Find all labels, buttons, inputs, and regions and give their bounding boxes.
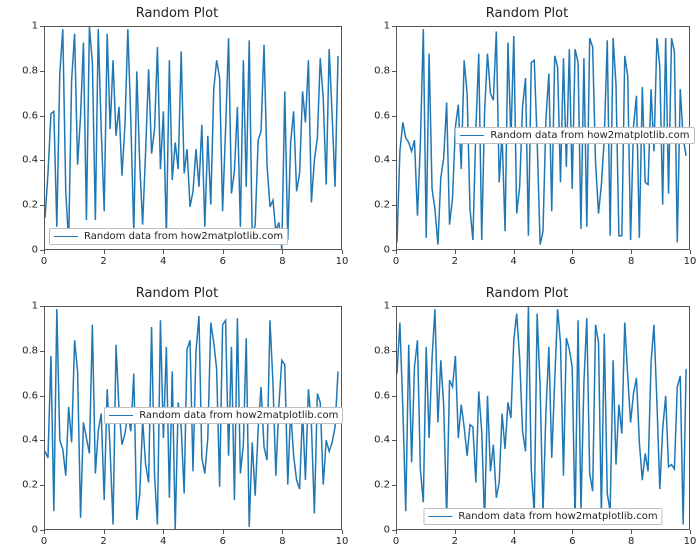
subplot-0: Random Plot Random data from how2matplotl… (6, 4, 348, 276)
legend-label: Random data from how2matplotlib.com (490, 130, 689, 141)
legend-label: Random data from how2matplotlib.com (458, 511, 657, 522)
ytick-label: 0.8 (374, 65, 390, 76)
xtick-label: 6 (220, 536, 226, 547)
ytick-label: 0 (384, 525, 390, 536)
legend: Random data from how2matplotlib.com (455, 127, 694, 144)
ytick-label: 1 (384, 301, 390, 312)
ytick-label: 0.2 (22, 200, 38, 211)
xtick-label: 10 (336, 256, 349, 267)
chart-title: Random Plot (358, 286, 696, 301)
ytick-label: 0 (32, 245, 38, 256)
legend: Random data from how2matplotlib.com (49, 228, 288, 245)
xtick-label: 0 (393, 536, 399, 547)
legend-label: Random data from how2matplotlib.com (84, 231, 283, 242)
subplot-1: Random Plot Random data from how2matplotl… (358, 4, 696, 276)
ytick-label: 0.2 (22, 480, 38, 491)
ytick-label: 0.6 (22, 390, 38, 401)
ytick-label: 0.4 (374, 155, 390, 166)
xtick-label: 4 (510, 536, 516, 547)
legend-swatch-icon (109, 415, 133, 416)
xtick-label: 8 (279, 536, 285, 547)
xtick-label: 6 (220, 256, 226, 267)
legend-swatch-icon (460, 135, 484, 136)
legend-swatch-icon (428, 516, 452, 517)
ytick-label: 0.4 (22, 155, 38, 166)
xtick-label: 2 (452, 256, 458, 267)
xtick-label: 0 (41, 256, 47, 267)
ytick-label: 0.4 (374, 435, 390, 446)
ytick-label: 0.6 (374, 110, 390, 121)
ytick-label: 0.4 (22, 435, 38, 446)
ytick-label: 1 (32, 301, 38, 312)
axes: Random data from how2matplotlib.com (396, 26, 690, 250)
axes: Random data from how2matplotlib.com (396, 306, 690, 530)
ytick-label: 0.6 (22, 110, 38, 121)
legend-swatch-icon (54, 236, 78, 237)
xtick-label: 10 (684, 256, 697, 267)
ytick-label: 0 (384, 245, 390, 256)
axes: Random data from how2matplotlib.com (44, 26, 342, 250)
data-line (397, 307, 689, 529)
xtick-label: 2 (452, 536, 458, 547)
xtick-label: 6 (569, 256, 575, 267)
chart-title: Random Plot (6, 6, 348, 21)
legend: Random data from how2matplotlib.com (423, 508, 662, 525)
chart-title: Random Plot (6, 286, 348, 301)
axes: Random data from how2matplotlib.com (44, 306, 342, 530)
xtick-label: 0 (393, 256, 399, 267)
ytick-label: 0.2 (374, 480, 390, 491)
xtick-label: 10 (684, 536, 697, 547)
ytick-label: 0 (32, 525, 38, 536)
legend-label: Random data from how2matplotlib.com (139, 410, 338, 421)
subplot-3: Random Plot Random data from how2matplotl… (358, 284, 696, 556)
chart-title: Random Plot (358, 6, 696, 21)
xtick-label: 10 (336, 536, 349, 547)
subplot-2: Random Plot Random data from how2matplotl… (6, 284, 348, 556)
xtick-label: 4 (160, 256, 166, 267)
xtick-label: 8 (279, 256, 285, 267)
ytick-label: 0.2 (374, 200, 390, 211)
xtick-label: 6 (569, 536, 575, 547)
xtick-label: 8 (628, 536, 634, 547)
xtick-label: 0 (41, 536, 47, 547)
ytick-label: 0.6 (374, 390, 390, 401)
ytick-label: 0.8 (22, 345, 38, 356)
ytick-label: 0.8 (22, 65, 38, 76)
ytick-label: 0.8 (374, 345, 390, 356)
xtick-label: 2 (100, 536, 106, 547)
ytick-label: 1 (32, 21, 38, 32)
data-line (45, 27, 341, 249)
xtick-label: 4 (510, 256, 516, 267)
xtick-label: 4 (160, 536, 166, 547)
xtick-label: 2 (100, 256, 106, 267)
ytick-label: 1 (384, 21, 390, 32)
legend: Random data from how2matplotlib.com (104, 407, 343, 424)
xtick-label: 8 (628, 256, 634, 267)
